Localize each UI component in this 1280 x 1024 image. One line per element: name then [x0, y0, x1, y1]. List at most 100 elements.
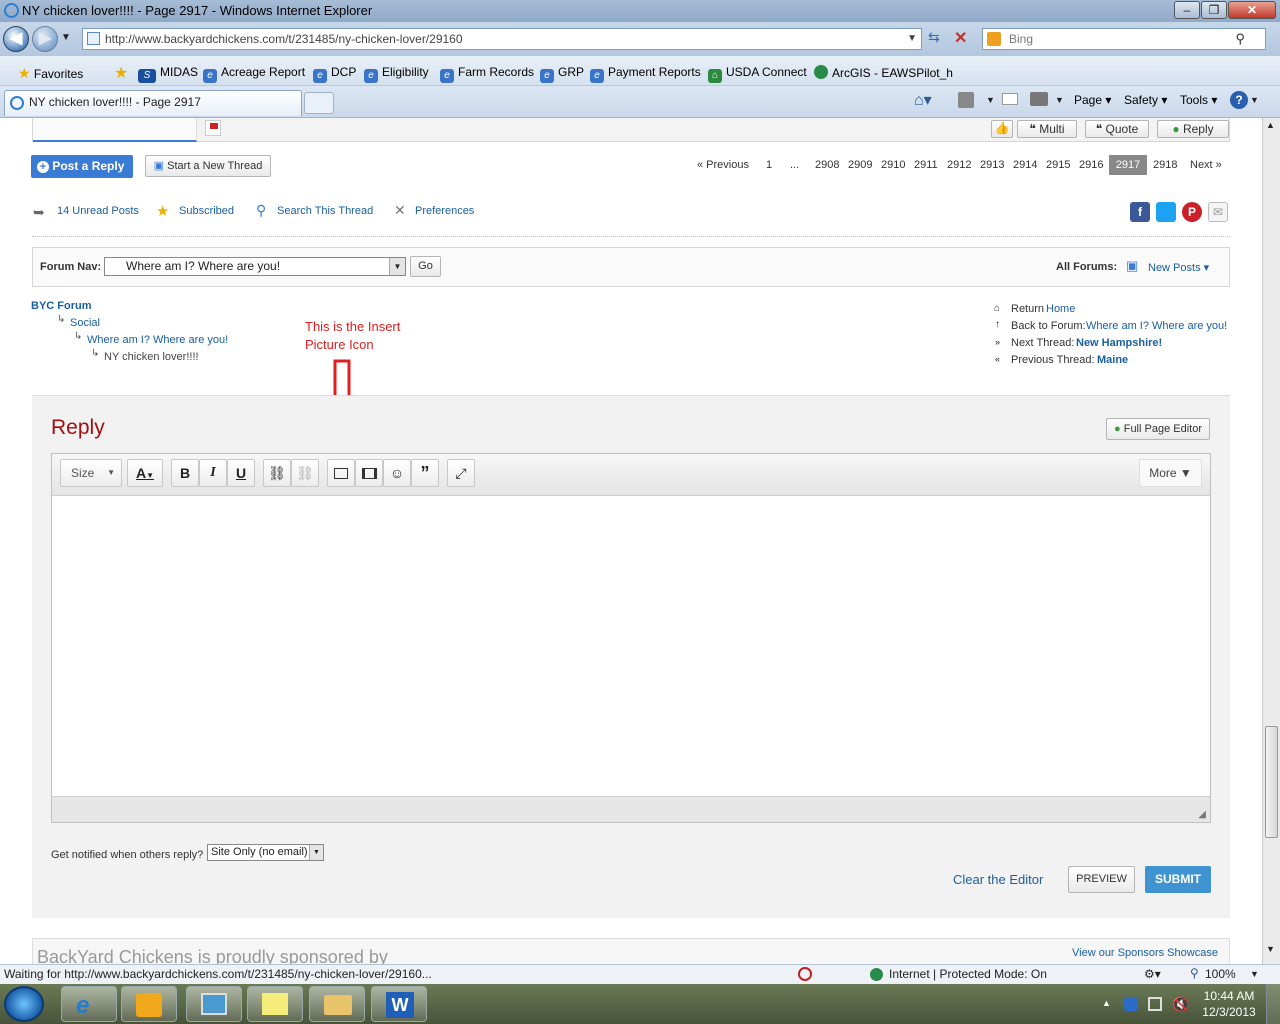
page-link[interactable]: 2913 [980, 159, 1004, 171]
fav-acreage-report[interactable]: e Acreage Report [203, 65, 305, 83]
taskbar-remote-desktop[interactable] [186, 986, 242, 1022]
clear-editor-link[interactable]: Clear the Editor [953, 872, 1043, 887]
rss-feed-icon[interactable] [958, 92, 974, 108]
email-share-icon[interactable]: ✉ [1208, 202, 1228, 222]
fullscreen-button[interactable]: ⤢ [447, 459, 475, 487]
next-page-link[interactable]: Next » [1190, 159, 1222, 171]
font-color-button[interactable]: A▼ [127, 459, 163, 487]
scroll-up-arrow[interactable]: ▲ [1266, 120, 1275, 130]
taskbar-explorer[interactable] [309, 986, 365, 1022]
return-home-link[interactable]: Home [1046, 303, 1075, 315]
fav-midas[interactable]: S MIDAS [138, 65, 198, 83]
more-dropdown[interactable]: More ▼ [1139, 459, 1202, 487]
search-icon[interactable]: ⚲ [1235, 29, 1245, 49]
minimize-button[interactable]: – [1174, 1, 1200, 19]
help-icon[interactable]: ? [1230, 91, 1248, 109]
report-flag-icon[interactable] [205, 120, 221, 136]
zoom-level[interactable]: 100% [1205, 967, 1236, 981]
multi-quote-button[interactable]: ❝ Multi [1017, 120, 1077, 138]
bold-button[interactable]: B [171, 459, 199, 487]
link-button[interactable]: ⛓ [263, 459, 291, 487]
fav-payment-reports[interactable]: e Payment Reports [590, 65, 701, 83]
post-reply-button[interactable]: + Post a Reply [31, 155, 133, 178]
taskbar-word[interactable]: W [371, 986, 427, 1022]
taskbar-ie[interactable]: e [61, 986, 117, 1022]
back-to-forum-link[interactable]: Where am I? Where are you! [1086, 320, 1227, 332]
taskbar-sticky-notes[interactable] [247, 986, 303, 1022]
show-desktop-button[interactable] [1266, 984, 1280, 1024]
page-link[interactable]: 2918 [1153, 159, 1177, 171]
subscribed-link[interactable]: Subscribed [179, 205, 234, 217]
fav-arcgis[interactable]: ArcGIS - EAWSPilot_h [814, 65, 953, 80]
twitter-icon[interactable] [1156, 202, 1176, 222]
home-icon[interactable]: ⌂▾ [914, 90, 932, 110]
italic-button[interactable]: I [199, 459, 227, 487]
pinterest-icon[interactable]: P [1182, 202, 1202, 222]
unlink-button[interactable]: ⛓ [291, 459, 319, 487]
add-favorite-icon[interactable]: ★ [114, 63, 128, 83]
submit-button[interactable]: SUBMIT [1145, 866, 1211, 893]
page-link[interactable]: 2910 [881, 159, 905, 171]
fav-grp[interactable]: e GRP [540, 65, 584, 83]
page-link[interactable]: 2909 [848, 159, 872, 171]
tray-app-icon[interactable] [1124, 997, 1138, 1011]
editor-content[interactable] [52, 496, 1210, 796]
notify-select[interactable]: Site Only (no email) ▼ [207, 844, 324, 861]
preferences-link[interactable]: Preferences [415, 205, 474, 217]
new-thread-button[interactable]: ▣ Start a New Thread [145, 155, 271, 177]
stop-icon[interactable]: ✕ [954, 28, 967, 48]
page-link[interactable]: 2916 [1079, 159, 1103, 171]
taskbar-outlook[interactable] [121, 986, 177, 1022]
forum-nav-select[interactable]: Where am I? Where are you! ▼ [104, 257, 406, 276]
new-posts-link[interactable]: New Posts ▾ [1148, 261, 1209, 274]
insert-video-button[interactable] [355, 459, 383, 487]
clock[interactable]: 10:44 AM 12/3/2013 [1196, 988, 1262, 1020]
tools-menu[interactable]: Tools ▾ [1180, 93, 1217, 107]
page-link[interactable]: 2912 [947, 159, 971, 171]
page-menu[interactable]: Page ▾ [1074, 93, 1111, 107]
next-thread-link[interactable]: New Hampshire! [1076, 337, 1162, 349]
fav-dcp[interactable]: e DCP [313, 65, 356, 83]
page-link[interactable]: 2908 [815, 159, 839, 171]
address-bar[interactable]: http://www.backyardchickens.com/t/231485… [82, 28, 922, 50]
help-dropdown-icon[interactable]: ▼ [1250, 95, 1259, 105]
print-icon[interactable] [1030, 92, 1048, 106]
quote-insert-button[interactable]: ” [411, 459, 439, 487]
safety-menu[interactable]: Safety ▾ [1124, 93, 1167, 107]
font-size-dropdown[interactable]: Size ▼ [60, 459, 122, 487]
breadcrumb-level1[interactable]: Social [70, 317, 100, 329]
mail-icon[interactable] [1002, 93, 1018, 105]
zoom-dropdown-icon[interactable]: ▼ [1250, 969, 1259, 979]
print-dropdown-icon[interactable]: ▼ [1055, 95, 1064, 105]
previous-page-link[interactable]: « Previous [697, 159, 749, 171]
favorites-button[interactable]: ★ Favorites [18, 65, 83, 82]
forward-button[interactable]: ▶ [32, 26, 58, 52]
popup-blocked-icon[interactable] [798, 967, 812, 981]
page-link[interactable]: 2915 [1046, 159, 1070, 171]
fav-farm-records[interactable]: e Farm Records [440, 65, 534, 83]
go-button[interactable]: Go [410, 256, 441, 277]
scroll-down-arrow[interactable]: ▼ [1266, 944, 1275, 954]
volume-muted-icon[interactable]: 🔇 [1172, 996, 1189, 1013]
new-tab-button[interactable] [304, 92, 334, 114]
underline-button[interactable]: U [227, 459, 255, 487]
resize-handle-icon[interactable]: ◢ [1198, 809, 1206, 820]
fav-usda-connect[interactable]: ⌂ USDA Connect [708, 65, 807, 83]
close-button[interactable]: ✕ [1228, 1, 1276, 19]
compatibility-icon[interactable]: ⇆ [928, 29, 940, 46]
scroll-thumb[interactable] [1265, 726, 1278, 838]
reply-button[interactable]: ● Reply [1157, 120, 1229, 138]
start-button[interactable] [4, 986, 44, 1022]
maximize-button[interactable]: ❐ [1201, 1, 1227, 19]
preview-button[interactable]: PREVIEW [1068, 866, 1135, 893]
facebook-icon[interactable]: f [1130, 202, 1150, 222]
previous-thread-link[interactable]: Maine [1097, 354, 1128, 366]
page-link[interactable]: 2911 [914, 159, 938, 171]
sponsors-showcase-link[interactable]: View our Sponsors Showcase [1072, 947, 1218, 959]
rss-dropdown-icon[interactable]: ▼ [986, 95, 995, 105]
tab-active[interactable]: NY chicken lover!!!! - Page 2917 [4, 90, 302, 116]
full-page-editor-button[interactable]: ● Full Page Editor [1106, 418, 1210, 440]
breadcrumb-root[interactable]: BYC Forum [31, 300, 92, 312]
fav-eligibility[interactable]: e Eligibility [364, 65, 429, 83]
tray-show-hidden-icon[interactable]: ▲ [1102, 998, 1111, 1008]
